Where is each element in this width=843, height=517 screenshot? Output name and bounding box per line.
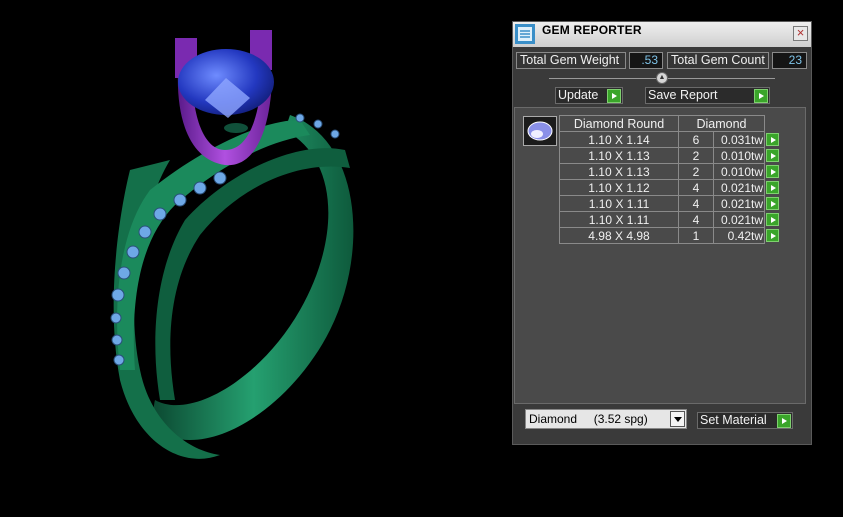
save-report-button[interactable]: Save Report bbox=[645, 87, 770, 104]
table-row[interactable]: 1.10 X 1.12 4 0.021tw bbox=[559, 179, 781, 196]
total-gem-weight-value: .53 bbox=[629, 52, 663, 69]
3d-viewport[interactable] bbox=[0, 0, 510, 514]
gem-weight: 0.010tw bbox=[713, 147, 765, 164]
row-select-cell[interactable] bbox=[765, 132, 781, 148]
gem-weight: 0.010tw bbox=[713, 163, 765, 180]
row-select-cell[interactable] bbox=[765, 148, 781, 164]
total-gem-count-label: Total Gem Count bbox=[667, 52, 769, 69]
gem-count: 4 bbox=[678, 179, 714, 196]
gem-size: 1.10 X 1.11 bbox=[559, 211, 679, 228]
row-select-cell[interactable] bbox=[765, 212, 781, 228]
material-selected-value: Diamond (3.52 spg) bbox=[529, 412, 648, 426]
row-select-cell[interactable] bbox=[765, 164, 781, 180]
save-report-label: Save Report bbox=[648, 88, 718, 102]
row-arrow-icon[interactable] bbox=[766, 148, 779, 162]
row-select-cell[interactable] bbox=[765, 228, 781, 244]
set-material-button[interactable]: Set Material bbox=[697, 412, 793, 429]
gem-count: 6 bbox=[678, 131, 714, 148]
close-button[interactable]: × bbox=[793, 26, 808, 41]
gem-reporter-icon bbox=[515, 24, 535, 44]
set-material-arrow-icon bbox=[777, 414, 791, 428]
total-gem-weight-label: Total Gem Weight bbox=[516, 52, 626, 69]
table-row[interactable]: 1.10 X 1.13 2 0.010tw bbox=[559, 147, 781, 164]
gem-weight: 0.031tw bbox=[713, 131, 765, 148]
gem-list-area: Diamond Round Diamond 1.10 X 1.14 6 0.031t… bbox=[514, 107, 806, 404]
gem-weight: 0.42tw bbox=[713, 227, 765, 244]
gem-size: 1.10 X 1.12 bbox=[559, 179, 679, 196]
ring-render bbox=[110, 30, 354, 459]
row-select-cell[interactable] bbox=[765, 196, 781, 212]
material-select[interactable]: Diamond (3.52 spg) bbox=[525, 409, 687, 429]
gem-size: 1.10 X 1.11 bbox=[559, 195, 679, 212]
header-diamond-round: Diamond Round bbox=[559, 115, 679, 132]
row-arrow-icon[interactable] bbox=[766, 228, 779, 242]
close-icon: × bbox=[796, 25, 805, 40]
gem-weight: 0.021tw bbox=[713, 211, 765, 228]
gem-count: 2 bbox=[678, 163, 714, 180]
window-title: GEM REPORTER bbox=[542, 23, 642, 37]
gem-size: 4.98 X 4.98 bbox=[559, 227, 679, 244]
gem-size: 1.10 X 1.14 bbox=[559, 131, 679, 148]
gem-table: Diamond Round Diamond 1.10 X 1.14 6 0.031t… bbox=[559, 115, 781, 244]
gem-count: 4 bbox=[678, 211, 714, 228]
row-select-cell[interactable] bbox=[765, 180, 781, 196]
collapse-handle-icon[interactable]: ▲ bbox=[656, 72, 668, 84]
table-row[interactable]: 1.10 X 1.13 2 0.010tw bbox=[559, 163, 781, 180]
save-report-arrow-icon bbox=[754, 89, 768, 103]
gem-size: 1.10 X 1.13 bbox=[559, 163, 679, 180]
table-header-row: Diamond Round Diamond bbox=[559, 115, 781, 132]
title-bar[interactable]: GEM REPORTER × bbox=[513, 22, 811, 47]
header-diamond: Diamond bbox=[678, 115, 765, 132]
gem-count: 4 bbox=[678, 195, 714, 212]
total-gem-count-value: 23 bbox=[772, 52, 807, 69]
update-label: Update bbox=[558, 88, 599, 102]
table-row[interactable]: 4.98 X 4.98 1 0.42tw bbox=[559, 227, 781, 244]
row-arrow-icon[interactable] bbox=[766, 196, 779, 210]
update-button[interactable]: Update bbox=[555, 87, 623, 104]
gem-count: 1 bbox=[678, 227, 714, 244]
gem-count: 2 bbox=[678, 147, 714, 164]
table-row[interactable]: 1.10 X 1.11 4 0.021tw bbox=[559, 195, 781, 212]
diamond-round-icon[interactable] bbox=[523, 116, 557, 146]
row-arrow-icon[interactable] bbox=[766, 180, 779, 194]
gem-weight: 0.021tw bbox=[713, 195, 765, 212]
row-arrow-icon[interactable] bbox=[766, 212, 779, 226]
set-material-label: Set Material bbox=[700, 413, 767, 427]
gem-reporter-window: GEM REPORTER × Total Gem Weight .53 Tota… bbox=[512, 21, 812, 445]
table-row[interactable]: 1.10 X 1.11 4 0.021tw bbox=[559, 211, 781, 228]
table-row[interactable]: 1.10 X 1.14 6 0.031tw bbox=[559, 131, 781, 148]
gem-weight: 0.021tw bbox=[713, 179, 765, 196]
update-arrow-icon bbox=[607, 89, 621, 103]
gem-size: 1.10 X 1.13 bbox=[559, 147, 679, 164]
row-arrow-icon[interactable] bbox=[766, 164, 779, 178]
row-arrow-icon[interactable] bbox=[766, 132, 779, 146]
chevron-down-icon[interactable] bbox=[670, 411, 685, 427]
